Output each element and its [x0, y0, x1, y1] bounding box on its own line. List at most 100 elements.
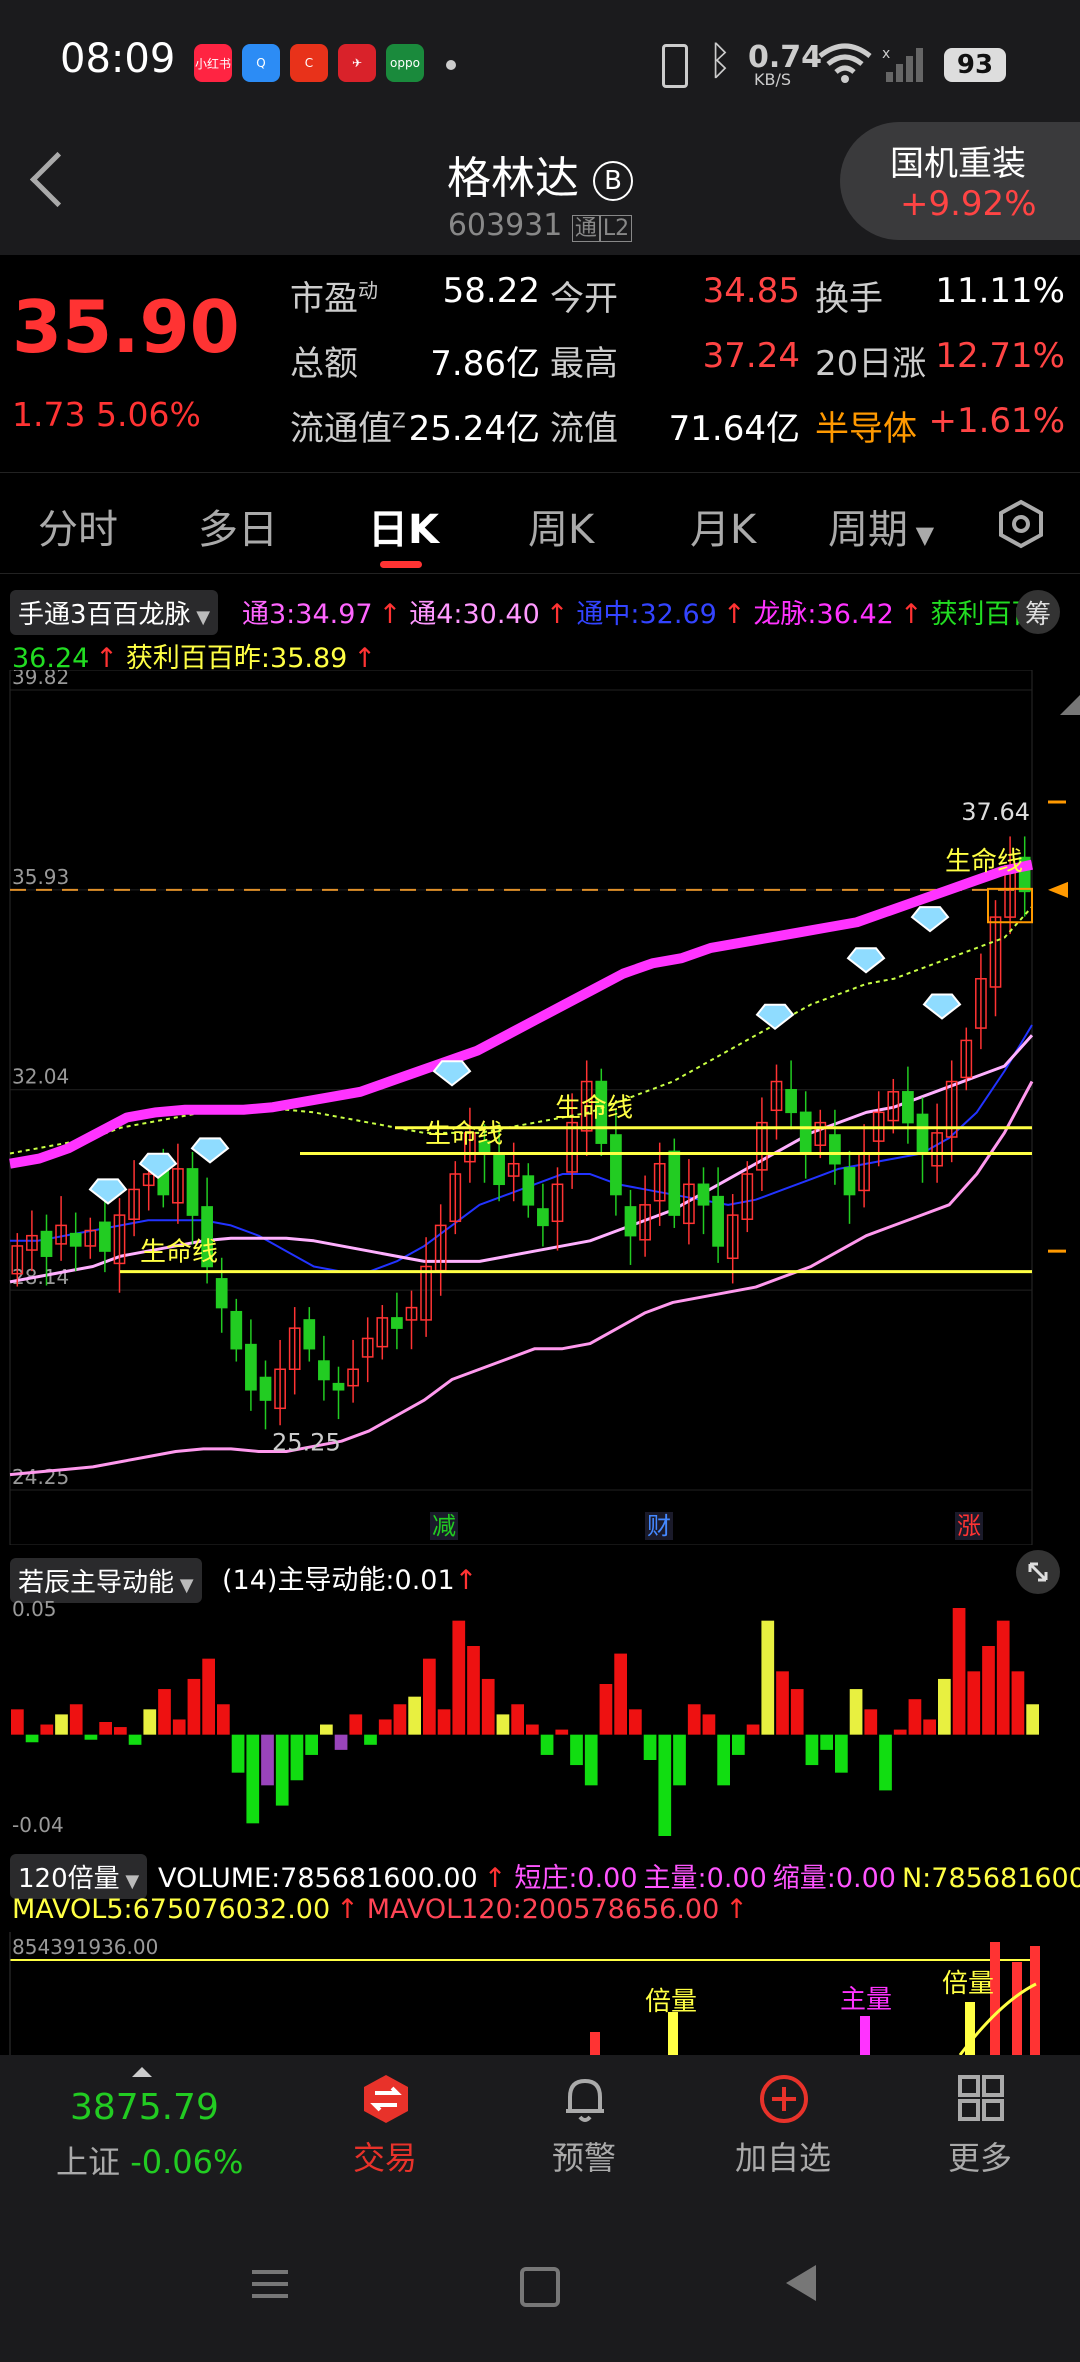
momentum-bar-chart[interactable]: 0.05 -0.04 — [0, 1596, 1080, 1842]
up-arrow-icon: ↑ — [725, 1894, 748, 1925]
nav-more[interactable]: 更多 — [930, 2073, 1030, 2193]
index-name: 上证 — [56, 2143, 121, 2181]
quote-label-1-0: 总额 — [290, 344, 358, 384]
sub-indicator-value: (14)主导动能:0.01↑ — [222, 1558, 477, 1597]
sub-indicator-label: 若辰主导动能 — [18, 1568, 175, 1598]
quote-label-2-1: 流值 — [550, 409, 618, 449]
candle — [829, 1134, 841, 1165]
main-indicator-values: 通3:34.97 ↑ 通4:30.40 ↑ 通中:32.69 ↑ 龙脉:36.42 ↑ 获利百百… — [242, 592, 1054, 631]
oppo-app-icon: oppo — [386, 44, 424, 82]
change-pct: 5.06% — [95, 395, 201, 434]
momentum-bar — [540, 1734, 554, 1755]
momentum-bar — [467, 1646, 480, 1735]
volume-chart[interactable]: 854391936.00倍量 主量倍量 — [0, 1932, 1080, 2055]
quote-value-2-1: 71.64亿 — [668, 409, 800, 449]
stock-name-text: 格林达 — [447, 153, 579, 204]
main-indicator-selector[interactable]: 手通3百百龙脉 ▼ — [10, 590, 219, 635]
volume-indicator-values-2: MAVOL5:675076032.00 ↑ MAVOL120:200578656.0… — [12, 1894, 756, 1925]
add-favorite-icon — [760, 2075, 808, 2123]
momentum-bar — [423, 1658, 436, 1735]
period-tabs: 分时 多日 日K 周K 月K 周期 ▼ — [0, 472, 1080, 574]
chevron-up-icon[interactable] — [132, 2067, 152, 2077]
volume-bar — [590, 2032, 600, 2055]
momentum-bar — [732, 1734, 745, 1755]
diamond-signal-icon — [755, 1003, 795, 1030]
nav-add-favorite[interactable]: 加自选 — [723, 2073, 843, 2193]
y-tick-label: 32.04 — [12, 1065, 69, 1089]
sub-indicator-period: (14) — [222, 1565, 278, 1596]
bottom-nav: 3875.79 上证 -0.06% 交易 预警 加自选 更多 — [0, 2055, 1080, 2362]
high-price-label: 37.64 — [961, 798, 1030, 826]
last-price: 35.90 — [12, 285, 240, 369]
momentum-bar — [40, 1724, 54, 1735]
candle — [916, 1113, 929, 1155]
volume-indicator-selector[interactable]: 120倍量 ▼ — [10, 1854, 148, 1899]
candlestick-chart[interactable]: 39.8235.9332.0428.1424.25生命线生命线生命线生命线37.… — [0, 670, 1080, 1545]
life-line-label: 生命线 — [140, 1237, 218, 1267]
stock-code: 603931 — [447, 208, 563, 243]
index-summary[interactable]: 上证 -0.06% — [56, 2137, 243, 2183]
bell-icon — [566, 2078, 604, 2122]
momentum-bar — [982, 1646, 995, 1735]
candle — [668, 1150, 681, 1216]
tab-monthly-k[interactable]: 月K — [690, 497, 756, 555]
candle — [610, 1134, 622, 1196]
home-icon[interactable] — [520, 2267, 560, 2307]
quote-label-1-2: 20日涨 — [815, 344, 927, 384]
battery-icon: 93 — [944, 48, 1006, 82]
candle — [40, 1230, 53, 1257]
tab-period-label: 周期 — [828, 507, 908, 553]
vibrate-icon — [662, 44, 688, 88]
nav-alert[interactable]: 预警 — [534, 2073, 634, 2193]
hexagon-gear-icon[interactable] — [996, 499, 1046, 549]
momentum-bar — [114, 1727, 127, 1735]
volume-indicator-values: VOLUME:785681600.00 ↑ 短庄:0.00 主量:0.00 缩量:0.0… — [158, 1856, 1080, 1895]
back-triangle-icon[interactable] — [786, 2265, 816, 2301]
nav-trade[interactable]: 交易 — [335, 2073, 435, 2193]
index-value[interactable]: 3875.79 — [70, 2087, 219, 2128]
active-tab-indicator — [380, 561, 422, 568]
momentum-bar — [69, 1704, 83, 1735]
momentum-bar — [481, 1678, 495, 1735]
momentum-bar — [526, 1724, 539, 1735]
momentum-bar — [172, 1719, 186, 1735]
momentum-bar — [25, 1734, 39, 1743]
candle — [522, 1175, 535, 1206]
chip-distribution-button[interactable]: 筹 — [1016, 590, 1060, 634]
candle — [99, 1221, 111, 1252]
quote-label-0-0: 市盈动 — [290, 278, 378, 319]
momentum-bar — [584, 1734, 598, 1786]
net-speed-unit: KB/S — [754, 70, 792, 89]
up-arrow-icon: ↑ — [378, 599, 402, 630]
legend-item: 通4:30.40 — [409, 599, 540, 630]
momentum-bar — [143, 1709, 157, 1735]
candle — [332, 1382, 345, 1391]
related-stock-pill[interactable]: 国机重装 +9.92% — [840, 122, 1080, 240]
candle — [230, 1310, 243, 1350]
momentum-bar — [570, 1734, 583, 1766]
quote-label-2-0: 流通值Z — [290, 408, 406, 449]
recent-apps-icon[interactable] — [252, 2270, 288, 2274]
level2-tag: L2 — [599, 215, 633, 242]
tab-intraday[interactable]: 分时 — [38, 497, 118, 555]
candle — [245, 1343, 257, 1391]
wifi-icon — [818, 43, 872, 83]
event-marker: 涨 — [957, 1512, 981, 1540]
tab-daily-k[interactable]: 日K — [368, 497, 439, 555]
diamond-signal-icon — [910, 906, 950, 933]
legend-item: 龙脉:36.42 — [753, 599, 894, 630]
candle — [69, 1232, 82, 1247]
momentum-bar — [805, 1734, 819, 1766]
tab-period[interactable]: 周期 ▼ — [828, 497, 934, 555]
up-arrow-icon: ↑ — [722, 599, 746, 630]
momentum-bar — [967, 1671, 981, 1735]
expand-arrows-icon[interactable] — [1016, 1550, 1060, 1594]
tab-multi-day[interactable]: 多日 — [198, 497, 278, 555]
tab-weekly-k[interactable]: 周K — [528, 497, 594, 555]
candle — [537, 1208, 549, 1227]
momentum-bar — [643, 1734, 657, 1760]
candle — [785, 1088, 797, 1114]
volume-indicator-label: 120倍量 — [18, 1864, 120, 1894]
quote-label-0-1: 今开 — [550, 279, 618, 319]
diamond-signal-icon — [88, 1178, 128, 1205]
